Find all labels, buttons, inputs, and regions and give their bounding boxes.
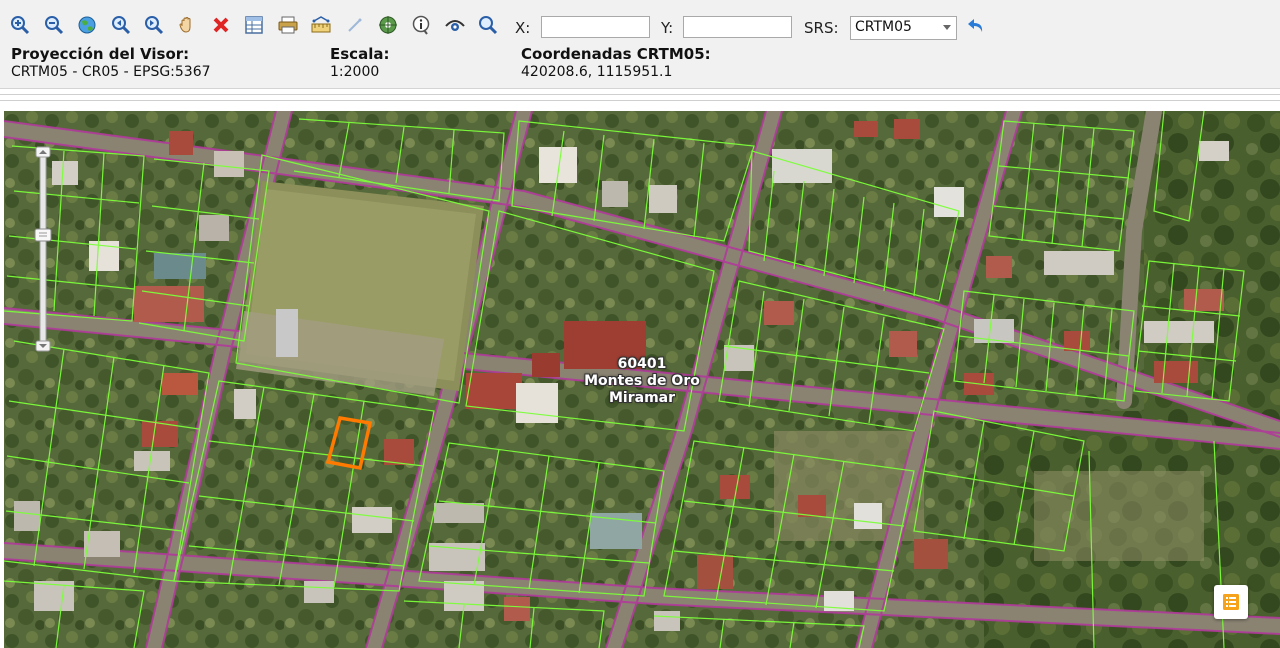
- zoom-slider[interactable]: [32, 145, 54, 355]
- view-icon[interactable]: [444, 14, 466, 36]
- projection-heading: Proyección del Visor:: [11, 45, 190, 63]
- measure-icon[interactable]: [310, 14, 332, 36]
- district-code: 60401: [617, 356, 667, 372]
- coordinates-value: 420208.6, 1115951.1: [521, 64, 673, 80]
- clear-icon[interactable]: [210, 14, 232, 36]
- coordinates-heading: Coordenadas CRTM05:: [521, 45, 711, 63]
- projection-value: CRTM05 - CR05 - EPSG:5367: [11, 64, 211, 80]
- srs-select[interactable]: CRTM05: [850, 16, 957, 40]
- search-icon[interactable]: [477, 14, 499, 36]
- x-label: X:: [515, 19, 531, 37]
- layers-button[interactable]: [1214, 585, 1248, 619]
- zoom-in-icon[interactable]: [9, 14, 31, 36]
- print-icon[interactable]: [277, 14, 299, 36]
- zoom-next-icon[interactable]: [143, 14, 165, 36]
- district-name: Miramar: [608, 390, 676, 406]
- canton-name: Montes de Oro: [584, 373, 700, 389]
- locate-icon[interactable]: [377, 14, 399, 36]
- list-icon: [1223, 594, 1239, 610]
- divider: [0, 94, 1280, 95]
- globe-icon[interactable]: [76, 14, 98, 36]
- top-panel: X: Y: SRS: CRTM05 Proyección del Visor: …: [0, 0, 1280, 89]
- table-icon[interactable]: [243, 14, 265, 36]
- pan-hand-icon[interactable]: [176, 14, 198, 36]
- scale-value: 1:2000: [330, 64, 380, 80]
- zoom-previous-icon[interactable]: [110, 14, 132, 36]
- chevron-down-icon: [943, 25, 951, 30]
- scale-heading: Escala:: [330, 45, 390, 63]
- undo-arrow-icon[interactable]: [965, 14, 987, 36]
- info-icon[interactable]: [410, 14, 432, 36]
- draw-line-icon[interactable]: [344, 14, 366, 36]
- x-coordinate-input[interactable]: [541, 16, 650, 38]
- y-coordinate-input[interactable]: [683, 16, 792, 38]
- district-label: 60401 Montes de Oro Miramar: [582, 356, 702, 407]
- srs-selected-value: CRTM05: [855, 19, 912, 35]
- zoom-out-icon[interactable]: [43, 14, 65, 36]
- divider: [0, 100, 1280, 101]
- srs-label: SRS:: [804, 19, 839, 37]
- y-label: Y:: [661, 19, 674, 37]
